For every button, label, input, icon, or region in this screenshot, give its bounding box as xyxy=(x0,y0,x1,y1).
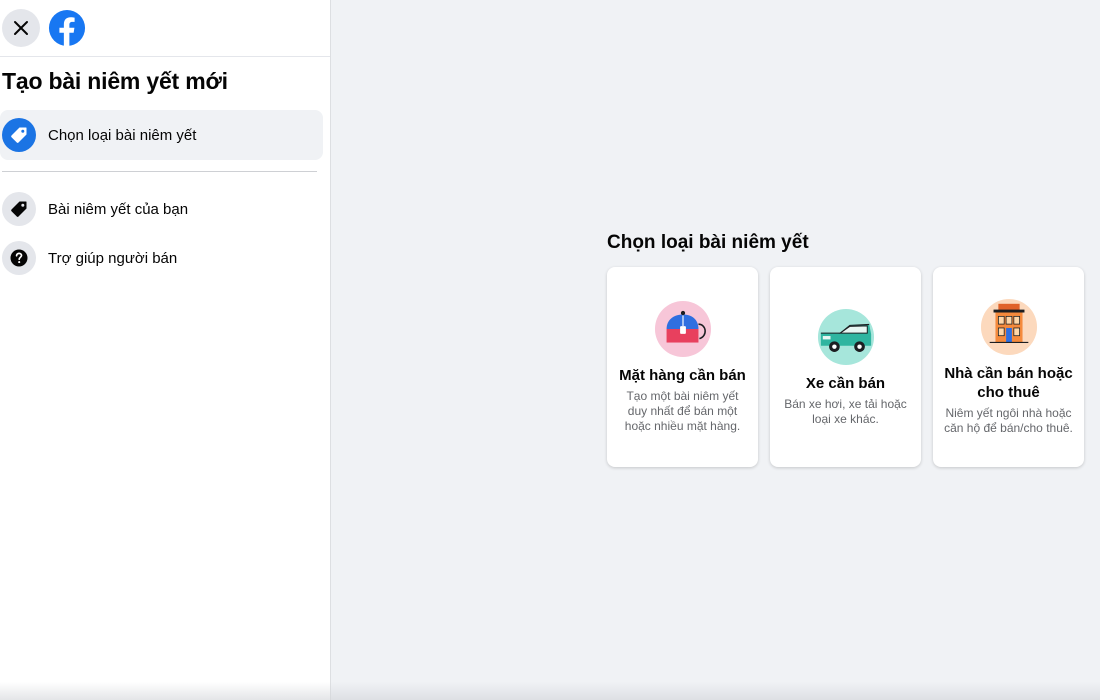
vehicle-for-sale-card[interactable]: Xe cần bán Bán xe hơi, xe tải hoặc loại … xyxy=(770,267,921,467)
home-for-sale-icon xyxy=(980,298,1037,356)
card-description: Bán xe hơi, xe tải hoặc loại xe khác. xyxy=(784,396,907,426)
item-for-sale-icon xyxy=(654,300,711,358)
item-for-sale-card[interactable]: Mặt hàng cần bán Tạo một bài niêm yết du… xyxy=(607,267,758,467)
sidebar-item-seller-help[interactable]: Trợ giúp người bán xyxy=(0,233,323,283)
sidebar-item-label: Trợ giúp người bán xyxy=(48,249,178,267)
sidebar-item-icon-wrap xyxy=(2,118,36,152)
card-description: Niêm yết ngôi nhà hoặc căn hộ để bán/cho… xyxy=(944,406,1073,435)
sidebar-divider xyxy=(2,171,317,172)
sidebar-title: Tạo bài niêm yết mới xyxy=(2,68,228,94)
vehicle-for-sale-icon xyxy=(817,308,874,365)
home-for-sale-or-rent-card[interactable]: Nhà cần bán hoặc cho thuê Niêm yết ngôi … xyxy=(933,267,1084,467)
question-icon xyxy=(10,249,28,267)
bottom-shadow xyxy=(0,682,1100,700)
tag-icon xyxy=(11,127,27,143)
facebook-logo-icon[interactable] xyxy=(48,9,86,47)
tag-icon xyxy=(11,201,27,217)
close-button[interactable] xyxy=(2,9,40,47)
sidebar: Tạo bài niêm yết mới Chọn loại bài niêm … xyxy=(0,0,331,700)
card-title: Mặt hàng cần bán xyxy=(619,367,746,384)
sidebar-item-icon-wrap xyxy=(2,192,36,226)
sidebar-item-choose-listing-type[interactable]: Chọn loại bài niêm yết xyxy=(0,110,323,160)
card-title: Nhà cần bán hoặc cho thuê xyxy=(944,365,1073,401)
sidebar-item-label: Chọn loại bài niêm yết xyxy=(48,126,197,144)
card-title: Xe cần bán xyxy=(805,374,886,392)
page-title: Chọn loại bài niêm yết xyxy=(607,232,809,253)
sidebar-header xyxy=(0,0,330,57)
sidebar-item-label: Bài niêm yết của bạn xyxy=(48,200,189,218)
card-description: Tạo một bài niêm yết duy nhất để bán một… xyxy=(624,389,741,433)
sidebar-item-icon-wrap xyxy=(2,241,36,275)
sidebar-item-your-listings[interactable]: Bài niêm yết của bạn xyxy=(0,184,323,234)
close-icon xyxy=(14,21,28,35)
